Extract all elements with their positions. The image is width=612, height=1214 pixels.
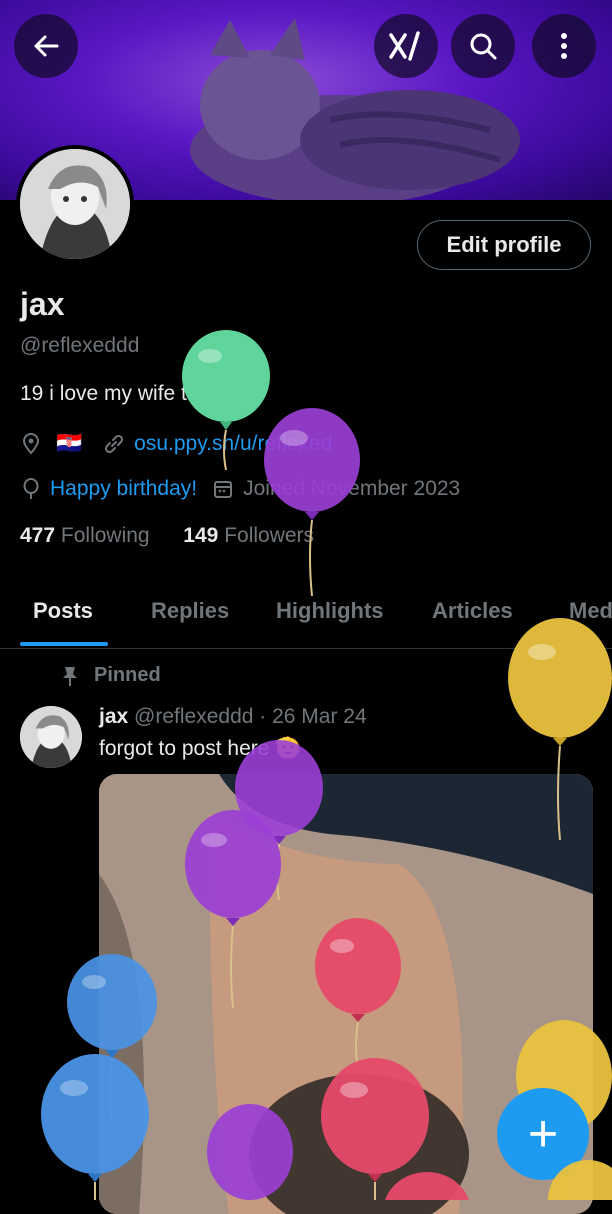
calendar-icon [214, 481, 233, 498]
yellow-balloon-3 [548, 1160, 612, 1200]
location-pin-icon [22, 433, 40, 455]
tab-articles[interactable]: Articles [432, 598, 513, 624]
following-link[interactable]: 477 Following [20, 524, 150, 547]
post-date[interactable]: · 26 Mar 24 [259, 705, 366, 728]
purple-balloon [264, 408, 360, 596]
grok-icon [389, 31, 420, 61]
purple-balloon-4 [207, 1104, 293, 1200]
more-options-button[interactable] [532, 14, 596, 78]
green-balloon [182, 330, 270, 470]
post-author-handle[interactable]: @reflexeddd [134, 705, 253, 728]
post-header: jax @reflexeddd · 26 Mar 24 [99, 705, 367, 729]
tab-posts[interactable]: Posts [33, 598, 93, 624]
profile-name: jax [20, 286, 65, 322]
more-vertical-icon [561, 33, 567, 59]
purple-balloon-3 [185, 810, 281, 1008]
yellow-balloon [508, 618, 612, 840]
back-button[interactable] [14, 14, 78, 78]
link-icon [105, 434, 124, 454]
location-flag: 🇭🇷 [56, 432, 83, 455]
edit-profile-button[interactable]: Edit profile [417, 220, 591, 270]
active-tab-indicator [20, 642, 108, 646]
red-balloon-3 [385, 1172, 469, 1200]
post-author-name[interactable]: jax [99, 705, 128, 728]
profile-handle: @reflexeddd [20, 334, 140, 357]
profile-meta-row-2: Happy birthday! Joined November 2023 [22, 477, 460, 501]
blue-balloon-2 [41, 1054, 149, 1200]
post-author-avatar[interactable] [20, 706, 82, 768]
balloon-icon [23, 478, 39, 499]
pin-icon [63, 666, 77, 686]
pinned-label: Pinned [60, 664, 161, 687]
search-button[interactable] [451, 14, 515, 78]
red-balloon [315, 918, 401, 1068]
avatar-image [20, 149, 130, 259]
back-arrow-icon [34, 35, 59, 57]
tab-highlights[interactable]: Highlights [276, 598, 384, 624]
search-icon [470, 33, 497, 60]
grok-button[interactable] [374, 14, 438, 78]
profile-avatar[interactable] [16, 145, 134, 263]
tab-replies[interactable]: Replies [151, 598, 229, 624]
birthday-text[interactable]: Happy birthday! [50, 477, 197, 501]
